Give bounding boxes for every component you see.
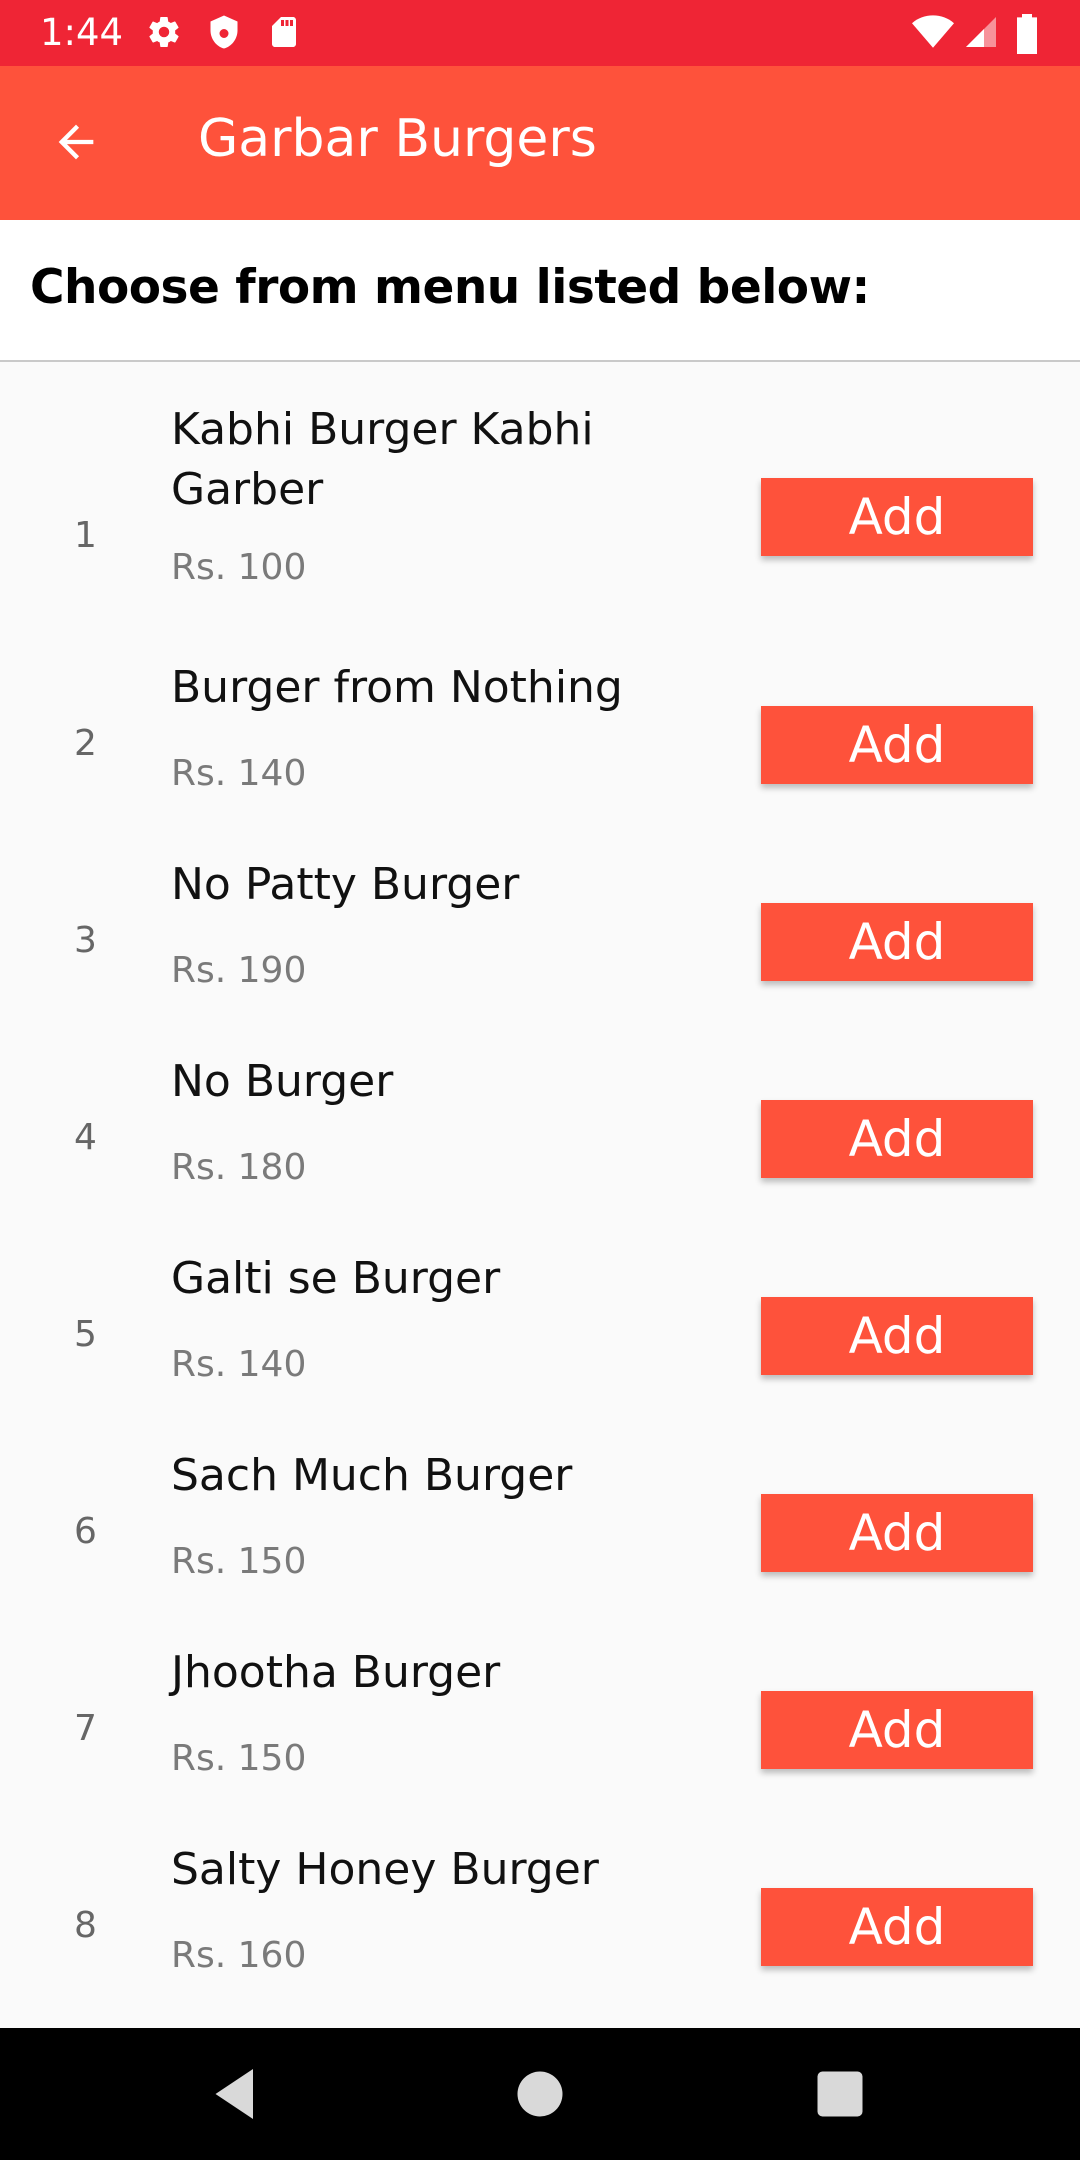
list-item: 7 Jhootha Burger Rs. 150 Add — [0, 1643, 1080, 1801]
list-item: 3 No Patty Burger Rs. 190 Add — [0, 855, 1080, 1013]
item-name: Burger from Nothing — [171, 662, 623, 713]
item-index: 7 — [74, 1708, 97, 1749]
sd-card-icon — [266, 14, 306, 54]
item-index: 6 — [74, 1511, 97, 1552]
back-button[interactable] — [30, 90, 126, 186]
status-time: 1:44 — [40, 11, 124, 54]
item-price: Rs. 150 — [171, 1541, 307, 1582]
add-button[interactable]: Add — [761, 706, 1033, 784]
item-name: Jhootha Burger — [171, 1647, 501, 1698]
add-button[interactable]: Add — [761, 1888, 1033, 1966]
item-index: 3 — [74, 920, 97, 961]
add-button[interactable]: Add — [761, 1691, 1033, 1769]
add-button[interactable]: Add — [761, 903, 1033, 981]
item-index: 8 — [74, 1905, 97, 1946]
item-name: No Burger — [171, 1056, 394, 1107]
item-index: 5 — [74, 1314, 97, 1355]
list-item: 5 Galti se Burger Rs. 140 Add — [0, 1249, 1080, 1407]
item-price: Rs. 160 — [171, 1935, 307, 1976]
item-price: Rs. 150 — [171, 1738, 307, 1779]
list-item: 8 Salty Honey Burger Rs. 160 Add — [0, 1840, 1080, 1998]
menu-list: 1 Kabhi Burger Kabhi Garber Rs. 100 Add … — [0, 362, 1080, 2028]
battery-icon — [1012, 14, 1052, 54]
item-index: 2 — [74, 723, 97, 764]
add-button[interactable]: Add — [761, 1297, 1033, 1375]
list-item: 2 Burger from Nothing Rs. 140 Add — [0, 658, 1080, 816]
item-name: No Patty Burger — [171, 859, 520, 910]
item-price: Rs. 180 — [171, 1147, 307, 1188]
menu-heading-section: Choose from menu listed below: — [0, 220, 1080, 362]
item-name: Kabhi Burger Kabhi Garber — [171, 404, 594, 515]
settings-icon — [146, 14, 186, 54]
menu-heading: Choose from menu listed below: — [30, 260, 870, 315]
item-price: Rs. 100 — [171, 547, 307, 588]
list-item: 4 No Burger Rs. 180 Add — [0, 1052, 1080, 1210]
status-bar: 1:44 — [0, 0, 1080, 66]
wifi-icon — [912, 14, 954, 54]
app-title: Garbar Burgers — [198, 109, 597, 169]
item-name: Sach Much Burger — [171, 1450, 573, 1501]
back-triangle-icon[interactable] — [208, 2064, 268, 2124]
arrow-back-icon — [58, 124, 94, 160]
item-index: 4 — [74, 1117, 97, 1158]
item-price: Rs. 190 — [171, 950, 307, 991]
signal-icon — [962, 14, 1002, 54]
add-button[interactable]: Add — [761, 1100, 1033, 1178]
shield-icon — [206, 14, 246, 54]
add-button[interactable]: Add — [761, 478, 1033, 556]
add-button[interactable]: Add — [761, 1494, 1033, 1572]
item-name: Salty Honey Burger — [171, 1844, 599, 1895]
list-item: 6 Sach Much Burger Rs. 150 Add — [0, 1446, 1080, 1604]
system-nav-bar — [0, 2028, 1080, 2160]
item-price: Rs. 140 — [171, 753, 307, 794]
item-index: 1 — [74, 515, 97, 556]
home-circle-icon[interactable] — [510, 2064, 570, 2124]
list-item: 1 Kabhi Burger Kabhi Garber Rs. 100 Add — [0, 400, 1080, 618]
app-bar: Garbar Burgers — [0, 66, 1080, 220]
recents-square-icon[interactable] — [810, 2064, 870, 2124]
item-price: Rs. 140 — [171, 1344, 307, 1385]
item-name: Galti se Burger — [171, 1253, 501, 1304]
